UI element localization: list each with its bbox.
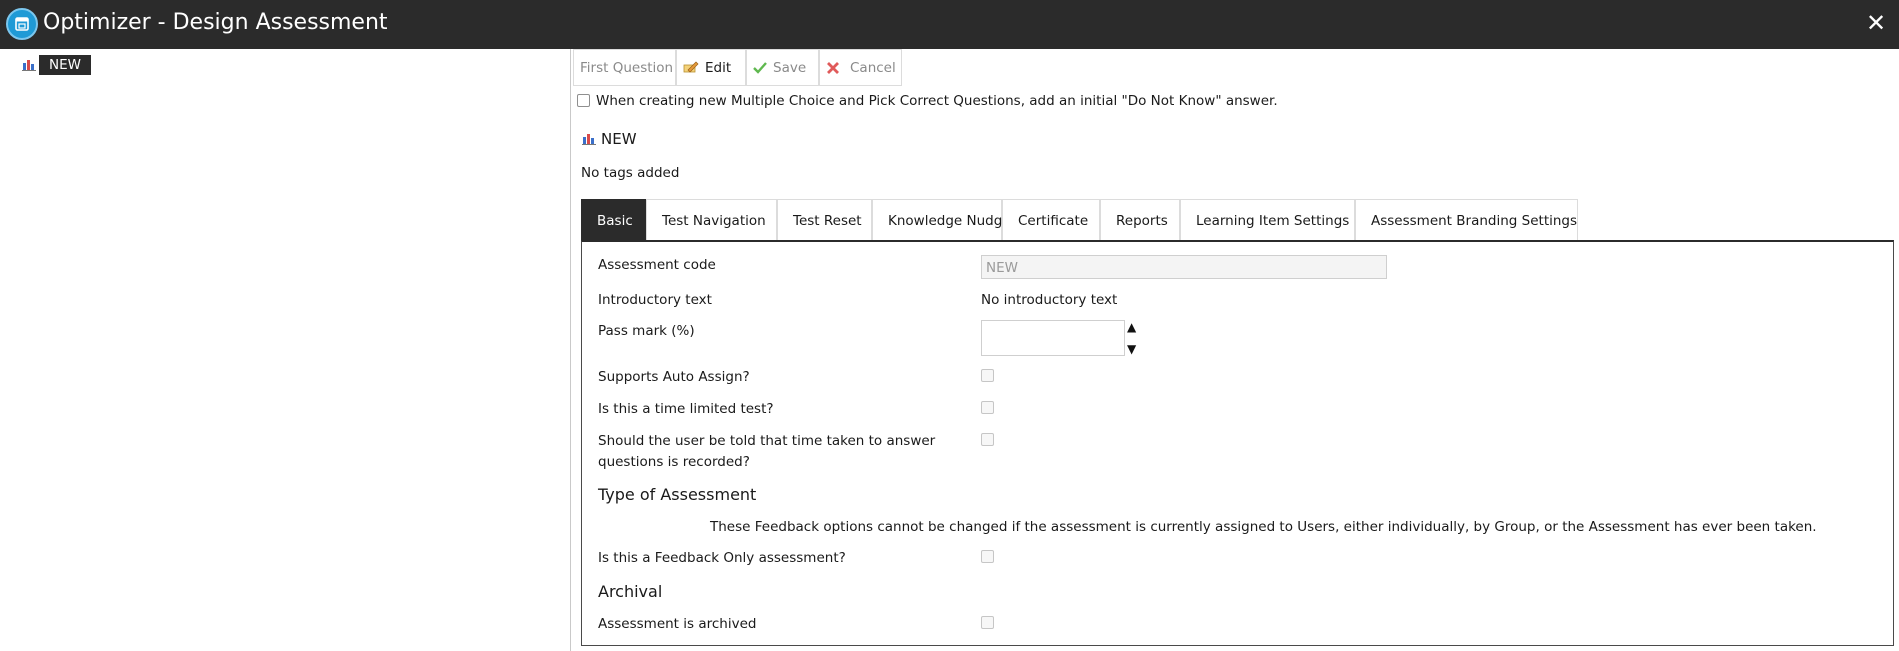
- window-title: Optimizer - Design Assessment: [43, 10, 388, 35]
- assessment-tree: NEW: [0, 49, 570, 651]
- tab-certificate[interactable]: Certificate: [1002, 199, 1100, 241]
- intro-text-value: No introductory text: [981, 292, 1118, 308]
- auto-assign-checkbox[interactable]: [981, 369, 994, 382]
- time-limited-checkbox[interactable]: [981, 401, 994, 414]
- edit-label: Edit: [705, 60, 732, 76]
- bar-chart-icon: [582, 134, 596, 145]
- first-question-button[interactable]: First Question: [573, 49, 676, 86]
- first-question-label: First Question: [580, 60, 674, 76]
- time-recorded-label-line2: questions is recorded?: [598, 454, 750, 470]
- feedback-only-checkbox[interactable]: [981, 550, 994, 563]
- edit-button[interactable]: Edit: [676, 49, 746, 86]
- tab-knowledge-nudge[interactable]: Knowledge Nudge: [872, 199, 1011, 241]
- close-icon[interactable]: ✕: [1863, 8, 1889, 38]
- cancel-button[interactable]: Cancel: [819, 49, 902, 86]
- save-label: Save: [773, 60, 807, 76]
- checkmark-icon: [753, 62, 767, 74]
- time-recorded-label-line1: Should the user be told that time taken …: [598, 433, 936, 449]
- type-of-assessment-heading: Type of Assessment: [598, 485, 757, 504]
- do-not-know-checkbox[interactable]: [577, 94, 590, 107]
- feedback-note: These Feedback options cannot be changed…: [710, 519, 1817, 535]
- cancel-x-icon: [827, 62, 839, 74]
- tab-learning-item-settings[interactable]: Learning Item Settings: [1180, 199, 1355, 241]
- tree-item-label: NEW: [39, 55, 91, 75]
- feedback-only-label: Is this a Feedback Only assessment?: [598, 550, 846, 566]
- time-limited-label: Is this a time limited test?: [598, 401, 774, 417]
- tab-test-reset[interactable]: Test Reset: [777, 199, 872, 241]
- title-bar: Optimizer - Design Assessment ✕: [0, 0, 1899, 49]
- pane-divider[interactable]: [570, 49, 571, 651]
- save-button[interactable]: Save: [746, 49, 819, 86]
- tab-test-navigation[interactable]: Test Navigation: [646, 199, 777, 241]
- bar-chart-icon: [22, 60, 36, 71]
- assessment-code-field[interactable]: NEW: [981, 255, 1387, 279]
- archived-checkbox[interactable]: [981, 616, 994, 629]
- spin-down-icon[interactable]: ▼: [1127, 342, 1136, 356]
- cancel-label: Cancel: [850, 60, 896, 76]
- pass-mark-input[interactable]: [981, 320, 1125, 356]
- archived-label: Assessment is archived: [598, 616, 757, 632]
- pencil-icon: [683, 61, 699, 73]
- tags-status: No tags added: [581, 165, 680, 181]
- assessment-name: NEW: [601, 130, 637, 148]
- tab-basic[interactable]: Basic: [581, 199, 646, 241]
- spin-up-icon[interactable]: ▲: [1127, 320, 1136, 334]
- assessment-code-label: Assessment code: [598, 257, 716, 273]
- auto-assign-label: Supports Auto Assign?: [598, 369, 750, 385]
- tab-reports[interactable]: Reports: [1100, 199, 1180, 241]
- time-recorded-checkbox[interactable]: [981, 433, 994, 446]
- tab-assessment-branding-settings[interactable]: Assessment Branding Settings: [1355, 199, 1578, 241]
- pass-mark-label: Pass mark (%): [598, 323, 695, 339]
- intro-text-label: Introductory text: [598, 292, 712, 308]
- app-icon: [6, 8, 38, 40]
- archival-heading: Archival: [598, 582, 663, 601]
- do-not-know-label: When creating new Multiple Choice and Pi…: [596, 93, 1278, 109]
